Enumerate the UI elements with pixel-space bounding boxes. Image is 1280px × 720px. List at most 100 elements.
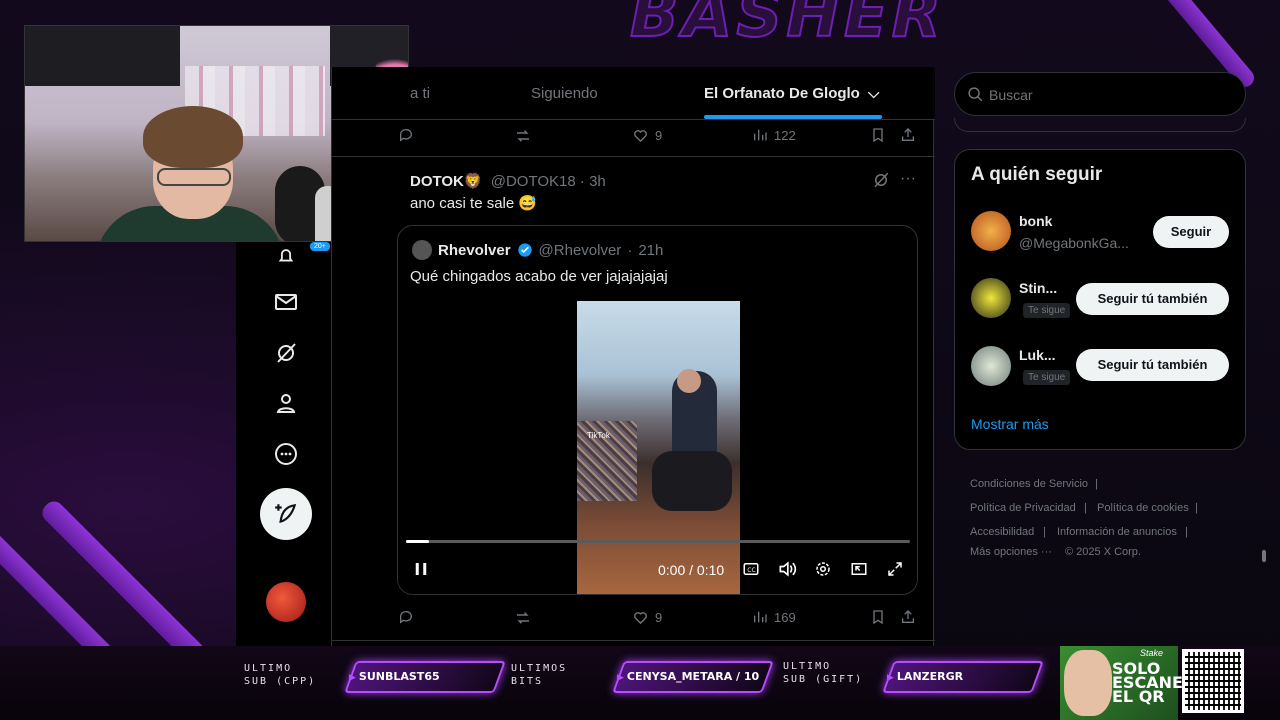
footer-separator: | (1185, 526, 1188, 538)
share-button[interactable] (900, 127, 916, 143)
video-time: 0:00 / 0:10 (658, 562, 725, 578)
verified-badge-icon (517, 243, 532, 257)
pip-button[interactable] (848, 558, 870, 580)
user-name[interactable]: bonk (1019, 213, 1052, 229)
repost-button[interactable] (514, 127, 532, 145)
user-avatar[interactable] (971, 278, 1011, 318)
footer-separator: | (1195, 502, 1198, 514)
follow-back-button[interactable]: Seguir tú también (1076, 283, 1229, 315)
volume-button[interactable] (776, 558, 798, 580)
video-progress-bar[interactable] (406, 540, 910, 543)
more-button[interactable] (272, 440, 300, 468)
tab-el-orfanato-de-gloglo[interactable]: El Orfanato De Gloglo ⌵ (704, 85, 879, 102)
share-icon (902, 610, 914, 623)
tweet-author-name[interactable]: DOTOK🦁 (410, 173, 483, 190)
quoted-tweet-header: Rhevolver @Rhevolver · 21h (412, 240, 663, 260)
tweet-author-handle[interactable]: @DOTOK18 (491, 173, 576, 190)
video-frame: TikTok (577, 301, 740, 594)
separator-dot: · (579, 173, 590, 190)
profile-button[interactable] (272, 389, 300, 417)
promo-face (1064, 650, 1112, 716)
quoted-time: 21h (638, 241, 664, 259)
label-line: BITS (511, 676, 544, 687)
more-options-link[interactable]: Más opciones ··· (970, 540, 1052, 564)
views-button[interactable]: 122 (752, 127, 796, 143)
streamer-glasses (157, 168, 231, 186)
fullscreen-button[interactable] (884, 558, 906, 580)
user-avatar[interactable] (971, 346, 1011, 386)
bookmark-icon (873, 128, 883, 143)
separator-dot: · (627, 241, 633, 259)
quoted-author-handle: @Rhevolver (538, 241, 622, 259)
left-navigation: 20+ (236, 242, 331, 646)
settings-button[interactable] (812, 558, 834, 580)
search-input[interactable]: Buscar (954, 72, 1246, 116)
divider (332, 640, 935, 641)
scrollbar[interactable] (1262, 550, 1266, 562)
tweet-time[interactable]: 3h (589, 173, 606, 190)
notifications-button[interactable]: 20+ (272, 242, 330, 270)
grok-explain-button[interactable] (872, 171, 890, 194)
reply-icon (399, 611, 412, 624)
follow-button[interactable]: Seguir (1153, 216, 1229, 248)
tweet-actions: 9 169 (332, 602, 935, 632)
pause-button[interactable] (410, 558, 432, 580)
svg-text:CC: CC (747, 567, 755, 574)
terms-link[interactable]: Condiciones de Servicio (970, 472, 1088, 496)
privacy-link[interactable]: Política de Privacidad (970, 496, 1076, 520)
quoted-tweet[interactable]: Rhevolver @Rhevolver · 21h Qué chingados… (397, 225, 918, 595)
notification-badge: 20+ (310, 242, 330, 251)
reply-button[interactable] (398, 127, 414, 143)
account-avatar[interactable] (266, 582, 306, 622)
reply-icon (399, 129, 412, 142)
bookmark-button[interactable] (870, 609, 886, 625)
bookmark-button[interactable] (870, 127, 886, 143)
views-icon (754, 129, 767, 141)
chevron-down-icon: ⌵ (868, 85, 880, 102)
video-player[interactable]: TikTok 0:00 / 0:10 CC (398, 301, 917, 594)
tab-label: El Orfanato De Gloglo (704, 85, 860, 102)
qr-code (1182, 649, 1244, 713)
grok-button[interactable] (272, 339, 300, 367)
banner-title: BASHER (629, 0, 945, 53)
bell-icon (278, 249, 294, 262)
compose-post-button[interactable] (260, 488, 312, 540)
messages-button[interactable] (272, 288, 300, 316)
prev-tweet-actions: 9 122 (332, 120, 935, 150)
video-person-head (677, 369, 701, 393)
bookmark-icon (873, 610, 883, 625)
captions-button[interactable]: CC (740, 558, 762, 580)
like-button[interactable]: 9 (632, 127, 662, 144)
user-name[interactable]: Stin... (1019, 280, 1057, 296)
grok-icon (874, 172, 889, 188)
heart-icon (634, 130, 647, 143)
feather-plus-icon (275, 504, 297, 524)
last-gift-sub-value: LANZERGR (887, 670, 963, 683)
tweet-text: ano casi te sale 😅 (410, 195, 538, 212)
tab-para-ti[interactable]: a ti (410, 85, 430, 102)
follow-suggestion[interactable]: bonk @MegabonkGa... Seguir (955, 205, 1247, 265)
views-icon (754, 611, 767, 623)
view-count: 122 (774, 127, 796, 143)
user-name[interactable]: Luk... (1019, 347, 1056, 363)
share-button[interactable] (900, 609, 916, 625)
reply-button[interactable] (398, 609, 414, 625)
like-button[interactable]: 9 (632, 609, 662, 626)
video-controls: 0:00 / 0:10 CC (398, 556, 917, 586)
tab-siguiendo[interactable]: Siguiendo (531, 85, 598, 102)
user-handle[interactable]: @MegabonkGa... (1019, 235, 1129, 251)
tweet-more-button[interactable]: ··· (900, 170, 916, 188)
last-sub-label: ULTIMO SUB (CPP) (244, 662, 316, 688)
views-button[interactable]: 169 (752, 609, 796, 625)
promo-text: SOLO ESCANEA EL QR (1112, 659, 1196, 706)
who-to-follow-card: A quién seguir bonk @MegabonkGa... Segui… (954, 149, 1246, 450)
follow-suggestion[interactable]: Luk... Te sigue Seguir tú también (955, 338, 1247, 398)
repost-button[interactable] (514, 609, 532, 627)
user-avatar[interactable] (971, 211, 1011, 251)
show-more-link[interactable]: Mostrar más (971, 416, 1049, 432)
label-line: ULTIMO (783, 661, 832, 672)
cookies-link[interactable]: Política de cookies (1097, 496, 1189, 520)
follow-back-button[interactable]: Seguir tú también (1076, 349, 1229, 381)
tweet-header: DOTOK🦁 @DOTOK18 · 3h (410, 172, 606, 190)
follow-suggestion[interactable]: Stin... Te sigue Seguir tú también (955, 272, 1247, 332)
